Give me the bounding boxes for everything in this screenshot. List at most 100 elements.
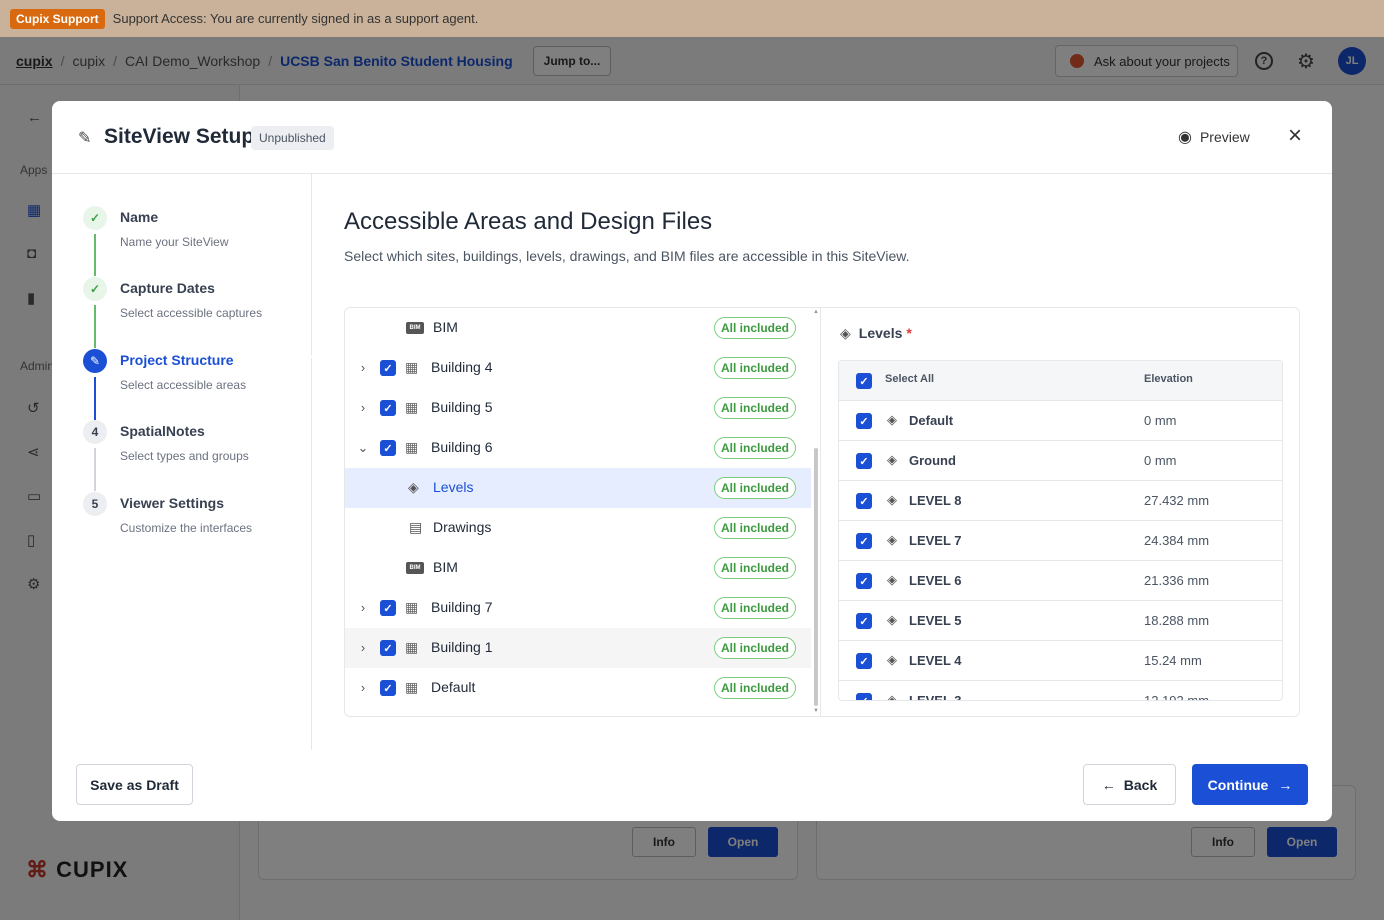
table-row[interactable]: ✓ ◈ LEVEL 3 12.192 mm — [839, 681, 1282, 701]
table-row[interactable]: ✓ ◈ Default 0 mm — [839, 401, 1282, 441]
elevation-header[interactable]: Elevation — [1144, 373, 1193, 385]
step-number: 4 — [83, 420, 107, 444]
tree-label: Building 7 — [431, 599, 493, 615]
checkbox[interactable]: ✓ — [380, 400, 396, 416]
checkbox[interactable]: ✓ — [856, 573, 872, 589]
chevron-right-icon[interactable]: › — [357, 640, 369, 655]
level-name: LEVEL 3 — [909, 693, 962, 701]
step-subtitle: Select types and groups — [120, 449, 249, 463]
level-elevation: 21.336 mm — [1144, 573, 1210, 588]
checkbox[interactable]: ✓ — [380, 360, 396, 376]
level-name: LEVEL 8 — [909, 493, 962, 508]
checkbox[interactable]: ✓ — [380, 680, 396, 696]
section-description: Select which sites, buildings, levels, d… — [344, 248, 910, 264]
tree-row-building[interactable]: › ✓ ▦ Building 1 All included — [345, 628, 811, 668]
step-subtitle: Customize the interfaces — [120, 521, 253, 535]
step-title: Viewer Settings — [120, 495, 225, 511]
tree-label: BIM — [433, 559, 458, 575]
included-badge: All included — [714, 637, 796, 659]
tree-row-drawings[interactable]: ▤ Drawings All included — [345, 508, 811, 548]
structure-panel: BIM BIM All included › ✓ ▦ Building 4 Al… — [344, 307, 1300, 717]
step-subtitle: Select accessible captures — [120, 306, 263, 320]
chevron-down-icon[interactable]: ⌄ — [357, 440, 369, 456]
checkbox[interactable]: ✓ — [856, 453, 872, 469]
step-subtitle: Name your SiteView — [120, 235, 229, 249]
checkbox[interactable]: ✓ — [856, 613, 872, 629]
chevron-right-icon[interactable]: › — [357, 360, 369, 375]
layers-icon: ◈ — [887, 412, 897, 427]
step-connector — [94, 234, 96, 276]
step-title: SpatialNotes — [120, 423, 205, 439]
check-icon: ✓ — [83, 277, 107, 301]
scroll-down-icon[interactable]: ▼ — [813, 708, 819, 714]
layers-icon: ◈ — [887, 492, 897, 507]
table-row[interactable]: ✓ ◈ LEVEL 7 24.384 mm — [839, 521, 1282, 561]
select-all-label: Select All — [885, 373, 935, 385]
step-subtitle: Select accessible areas — [120, 378, 247, 392]
level-name: Default — [909, 413, 954, 428]
checkbox[interactable]: ✓ — [380, 640, 396, 656]
support-tag: Cupix Support — [10, 8, 105, 29]
continue-label: Continue — [1207, 776, 1269, 793]
level-name: LEVEL 4 — [909, 653, 962, 668]
building-icon: ▦ — [405, 599, 419, 615]
chevron-right-icon[interactable]: › — [357, 600, 369, 615]
tree-label: Levels — [433, 479, 474, 495]
close-icon[interactable]: × — [1288, 123, 1302, 149]
tree-label: Drawings — [433, 519, 492, 535]
bim-icon: BIM — [406, 562, 424, 574]
layers-icon: ◈ — [887, 692, 897, 701]
checkbox[interactable]: ✓ — [380, 600, 396, 616]
table-row[interactable]: ✓ ◈ LEVEL 5 18.288 mm — [839, 601, 1282, 641]
checkbox[interactable]: ✓ — [856, 693, 872, 700]
preview-button[interactable]: ◉ Preview — [1178, 125, 1250, 149]
step-title: Capture Dates — [120, 280, 215, 296]
tree-row-building[interactable]: › ✓ ▦ Building 4 All included — [345, 348, 811, 388]
building-icon: ▦ — [405, 439, 419, 455]
layers-icon: ◈ — [840, 325, 851, 341]
tree-row-building[interactable]: › ✓ ▦ Building 5 All included — [345, 388, 811, 428]
table-row[interactable]: ✓ ◈ LEVEL 8 27.432 mm — [839, 481, 1282, 521]
tree-label: Building 5 — [431, 399, 493, 415]
tree-row-building[interactable]: › ✓ ▦ Default All included — [345, 668, 811, 708]
tree-row-bim[interactable]: BIM BIM All included — [345, 548, 811, 588]
chevron-right-icon[interactable]: › — [357, 680, 369, 695]
table-row[interactable]: ✓ ◈ Ground 0 mm — [839, 441, 1282, 481]
checkbox[interactable]: ✓ — [380, 440, 396, 456]
chevron-right-icon[interactable]: › — [357, 400, 369, 415]
tree-row-levels[interactable]: ◈ Levels All included — [345, 468, 811, 508]
step-title: Project Structure — [120, 352, 234, 368]
pencil-icon: ✎ — [83, 349, 107, 373]
document-icon: ▤ — [409, 519, 423, 535]
tree-scrollbar[interactable]: ▲ ▼ — [811, 308, 821, 716]
edit-icon[interactable]: ✎ — [78, 128, 91, 148]
scroll-up-icon[interactable]: ▲ — [813, 309, 819, 315]
continue-button[interactable]: Continue → — [1192, 764, 1308, 805]
included-badge: All included — [714, 517, 796, 539]
included-badge: All included — [714, 317, 796, 339]
layers-icon: ◈ — [887, 612, 897, 627]
tree-label: Building 6 — [431, 439, 493, 455]
scroll-thumb[interactable] — [814, 448, 818, 706]
arrow-left-icon: ← — [1101, 776, 1116, 793]
back-button[interactable]: ← Back — [1083, 764, 1176, 805]
included-badge: All included — [714, 357, 796, 379]
select-all-checkbox[interactable]: ✓ — [856, 373, 872, 389]
table-row[interactable]: ✓ ◈ LEVEL 4 15.24 mm — [839, 641, 1282, 681]
building-icon: ▦ — [405, 679, 419, 695]
checkbox[interactable]: ✓ — [856, 533, 872, 549]
tree-row-bim[interactable]: BIM BIM All included — [345, 308, 811, 348]
tree-label: Default — [431, 679, 476, 695]
tree-row-building[interactable]: › ✓ ▦ Building 7 All included — [345, 588, 811, 628]
table-row[interactable]: ✓ ◈ LEVEL 6 21.336 mm — [839, 561, 1282, 601]
checkbox[interactable]: ✓ — [856, 653, 872, 669]
step-connector — [94, 377, 96, 420]
level-name: LEVEL 5 — [909, 613, 962, 628]
checkbox[interactable]: ✓ — [856, 413, 872, 429]
checkbox[interactable]: ✓ — [856, 493, 872, 509]
structure-tree: BIM BIM All included › ✓ ▦ Building 4 Al… — [345, 308, 821, 716]
save-draft-button[interactable]: Save as Draft — [76, 764, 193, 805]
layers-icon: ◈ — [887, 452, 897, 467]
building-icon: ▦ — [405, 639, 419, 655]
tree-row-building[interactable]: ⌄ ✓ ▦ Building 6 All included — [345, 428, 811, 468]
